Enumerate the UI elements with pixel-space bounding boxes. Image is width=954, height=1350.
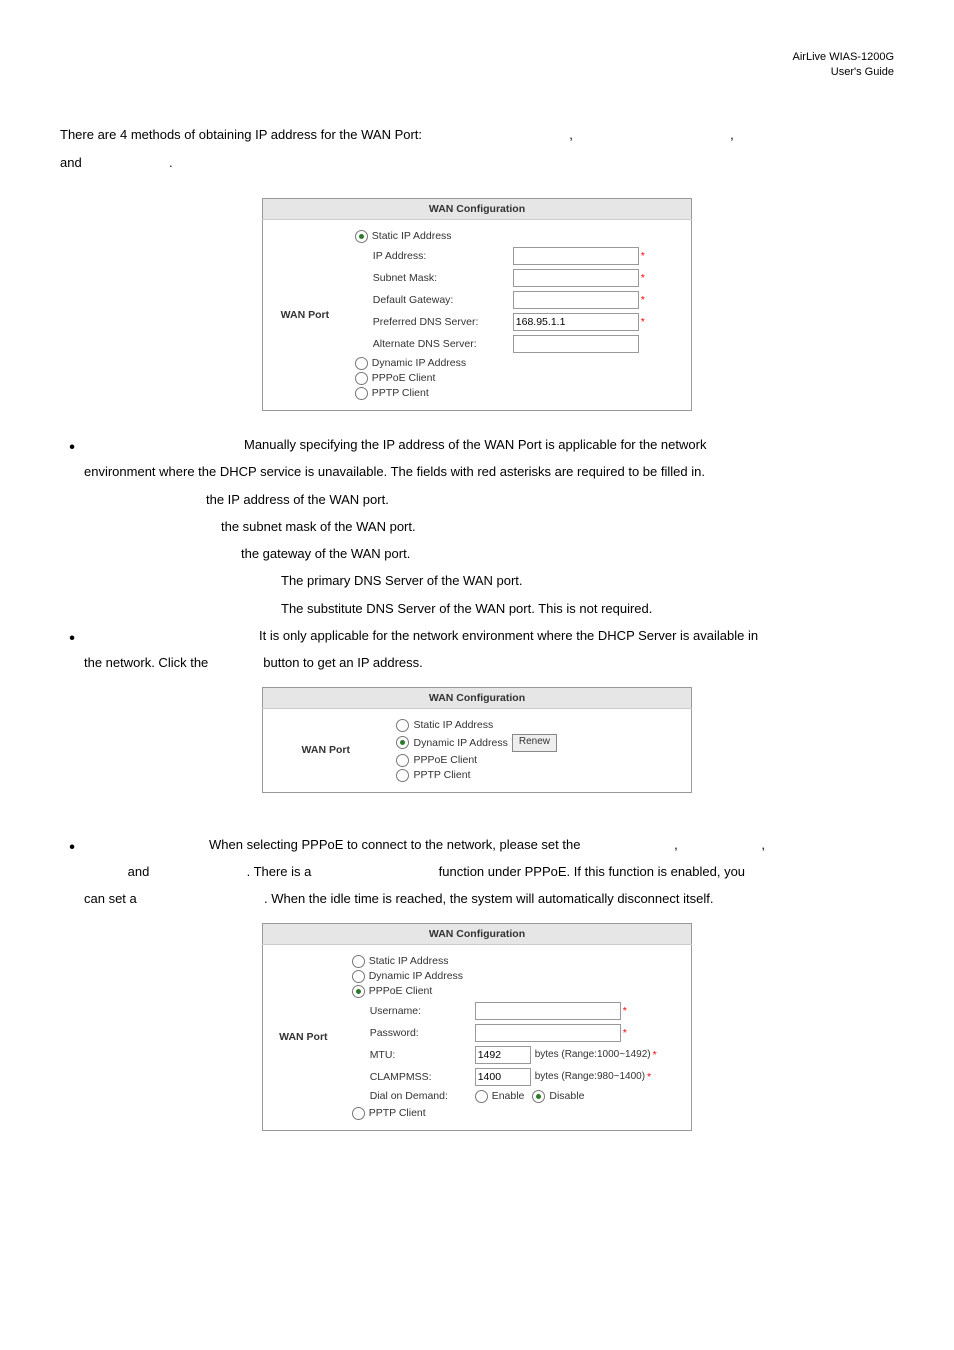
pptp-radio[interactable]: PPTP Client	[352, 1107, 675, 1120]
dynamic-ip-radio[interactable]: Dynamic IP Address	[352, 970, 675, 983]
radio-icon	[396, 754, 409, 767]
doc-title: User's Guide	[831, 66, 894, 78]
subnet-mask-input[interactable]	[513, 269, 639, 287]
wan-config-dynamic-table: WAN Configuration WAN Port Static IP Add…	[262, 687, 692, 793]
pptp-radio[interactable]: PPTP Client	[396, 769, 675, 782]
bullet-icon: •	[60, 431, 84, 486]
bullet-static-ip: • Manually specifying the IP address of …	[60, 431, 894, 486]
wan-port-label: WAN Port	[263, 708, 389, 792]
wan-port-label: WAN Port	[263, 219, 347, 410]
sub-subnet: the subnet mask of the WAN port.	[116, 513, 894, 540]
ip-address-input[interactable]	[513, 247, 639, 265]
static-ip-radio[interactable]: Static IP Address	[355, 230, 675, 243]
radio-icon	[396, 769, 409, 782]
table-title: WAN Configuration	[263, 923, 692, 944]
radio-icon	[352, 970, 365, 983]
pptp-radio[interactable]: PPTP Client	[355, 387, 675, 400]
radio-selected-icon	[396, 736, 409, 749]
alternate-dns-input[interactable]	[513, 335, 639, 353]
static-ip-radio[interactable]: Static IP Address	[352, 955, 675, 968]
bullet-pppoe: • When selecting PPPoE to connect to the…	[60, 831, 894, 913]
radio-icon	[355, 372, 368, 385]
table-title: WAN Configuration	[263, 687, 692, 708]
default-gateway-input[interactable]	[513, 291, 639, 309]
radio-selected-icon	[352, 985, 365, 998]
bullet-dynamic-ip: • It is only applicable for the network …	[60, 622, 894, 677]
pppoe-radio[interactable]: PPPoE Client	[355, 372, 675, 385]
product-name: AirLive WIAS-1200G	[793, 51, 894, 63]
radio-icon	[355, 357, 368, 370]
table-title: WAN Configuration	[263, 198, 692, 219]
intro-paragraph: There are 4 methods of obtaining IP addr…	[60, 121, 894, 178]
static-ip-radio[interactable]: Static IP Address	[396, 719, 675, 732]
mtu-input[interactable]	[475, 1046, 531, 1064]
dynamic-ip-radio[interactable]: Dynamic IP Address	[355, 357, 675, 370]
preferred-dns-input[interactable]	[513, 313, 639, 331]
pppoe-radio[interactable]: PPPoE Client	[396, 754, 675, 767]
disable-radio[interactable]	[532, 1090, 545, 1103]
pppoe-radio[interactable]: PPPoE Client	[352, 985, 675, 998]
radio-icon	[355, 387, 368, 400]
wan-port-label: WAN Port	[263, 944, 344, 1130]
radio-selected-icon	[355, 230, 368, 243]
sub-gateway: the gateway of the WAN port.	[116, 540, 894, 567]
sub-dns2: The substitute DNS Server of the WAN por…	[116, 595, 894, 622]
bullet-icon: •	[60, 831, 84, 913]
clampmss-input[interactable]	[475, 1068, 531, 1086]
enable-radio[interactable]	[475, 1090, 488, 1103]
dynamic-ip-radio[interactable]: Dynamic IP Address Renew	[396, 734, 675, 752]
wan-config-pppoe-table: WAN Configuration WAN Port Static IP Add…	[262, 923, 692, 1131]
radio-icon	[352, 1107, 365, 1120]
sub-ip-address: the IP address of the WAN port.	[116, 486, 894, 513]
radio-icon	[352, 955, 365, 968]
password-input[interactable]	[475, 1024, 621, 1042]
wan-config-static-table: WAN Configuration WAN Port Static IP Add…	[262, 198, 692, 411]
page-header: AirLive WIAS-1200G User's Guide	[60, 50, 894, 81]
sub-dns1: The primary DNS Server of the WAN port.	[116, 567, 894, 594]
username-input[interactable]	[475, 1002, 621, 1020]
bullet-icon: •	[60, 622, 84, 677]
radio-icon	[396, 719, 409, 732]
renew-button[interactable]: Renew	[512, 734, 557, 752]
